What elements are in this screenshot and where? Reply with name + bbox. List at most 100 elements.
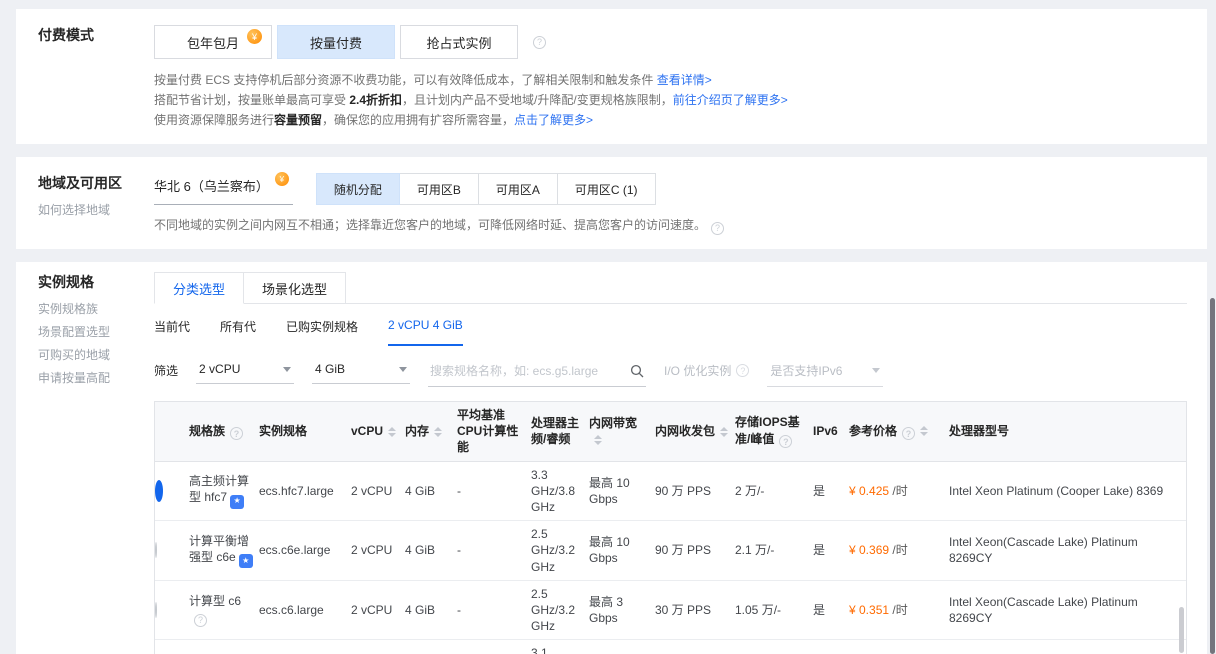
chevron-down-icon — [283, 367, 291, 372]
zone-c[interactable]: 可用区C (1) — [557, 173, 656, 205]
payment-option-pay-as-you-go[interactable]: 按量付费 — [277, 25, 395, 59]
column-header-label: IPv6 — [813, 424, 838, 438]
memory-cell: 4 GiB — [405, 537, 457, 563]
family-cell: 高主频计算型 hfc6 — [189, 648, 259, 654]
purchasable-region-link[interactable]: 可购买的地域 — [38, 346, 154, 364]
column-header-label: 参考价格 — [849, 424, 897, 438]
desc-bold: 容量预留 — [274, 113, 322, 127]
sort-icon[interactable] — [434, 427, 442, 437]
apply-quota-link[interactable]: 申请按量高配 — [38, 369, 154, 387]
region-selector[interactable]: 华北 6（乌兰察布） ¥ — [154, 173, 293, 205]
ipv6-select[interactable]: 是否支持IPv6 — [767, 359, 883, 387]
column-header[interactable]: 内网带宽 — [589, 410, 655, 452]
column-header[interactable]: 参考价格? — [849, 418, 949, 446]
tab-scenario-select[interactable]: 场景化选型 — [244, 272, 346, 304]
sort-icon[interactable] — [594, 435, 602, 445]
io-optimized-label: I/O 优化实例? — [664, 359, 749, 379]
row-radio[interactable] — [155, 542, 157, 558]
cpu-model-cell: Intel Xeon Platinum (Cooper Lake) 8369 — [949, 478, 1186, 504]
spec-tab-bar: 分类选型 场景化选型 — [154, 272, 1187, 304]
tab-category-select[interactable]: 分类选型 — [154, 272, 244, 304]
zone-a[interactable]: 可用区A — [478, 173, 558, 205]
memory-select[interactable]: 4 GiB — [312, 359, 410, 384]
frequency-cell: 3.3 GHz/3.8 GHz — [531, 462, 589, 521]
column-header[interactable]: 内网收发包 — [655, 418, 735, 444]
price-value: ¥ 0.351 — [849, 603, 892, 617]
frequency-cell: 2.5 GHz/3.2 GHz — [531, 521, 589, 580]
spec-name-cell: ecs.hfc7.large — [259, 478, 351, 504]
subtab-purchased[interactable]: 已购实例规格 — [286, 318, 358, 346]
zone-b[interactable]: 可用区B — [399, 173, 479, 205]
sort-icon[interactable] — [720, 427, 728, 437]
cpu-model-cell: Intel Xeon(Cascade Lake) Platinum 8269CY — [949, 589, 1186, 631]
spec-table-body: 高主频计算型 hfc7★ecs.hfc7.large2 vCPU4 GiB-3.… — [155, 462, 1186, 654]
region-desc: 不同地域的实例之间内网互不相通；选择靠近您客户的地域，可降低网络时延、提高您客户… — [154, 215, 1187, 235]
page-scrollbar-thumb[interactable] — [1210, 298, 1215, 654]
payment-option-subscription[interactable]: 包年包月 ¥ — [154, 25, 272, 59]
promo-badge-icon: ¥ — [247, 29, 262, 44]
spec-table-row[interactable]: 计算型 c6?ecs.c6.large2 vCPU4 GiB-2.5 GHz/3… — [155, 581, 1186, 641]
view-details-link[interactable]: 查看详情> — [657, 73, 712, 87]
ipv6-cell: 是 — [813, 478, 849, 504]
column-header-label: 内网收发包 — [655, 424, 715, 438]
table-scrollbar[interactable] — [1179, 607, 1184, 653]
vcpu-cell: 2 vCPU — [351, 478, 405, 504]
column-header-label: 实例规格 — [259, 424, 307, 438]
desc-text: 按量付费 ECS 支持停机后部分资源不收费功能，可以有效降低成本，了解相关限制和… — [154, 73, 657, 87]
help-icon[interactable]: ? — [902, 427, 915, 440]
column-header: 平均基准CPU计算性能 — [457, 402, 531, 461]
spec-table-row[interactable]: 高主频计算型 hfc6ecs.hfc6.large2 vCPU4 GiB-3.1… — [155, 640, 1186, 654]
frequency-cell: 2.5 GHz/3.2 GHz — [531, 581, 589, 640]
help-icon[interactable]: ? — [533, 36, 546, 49]
subtab-current-gen[interactable]: 当前代 — [154, 318, 190, 346]
help-icon[interactable]: ? — [230, 427, 243, 440]
help-icon[interactable]: ? — [711, 222, 724, 235]
baseline-cpu-cell: - — [457, 478, 531, 504]
learn-more-link[interactable]: 点击了解更多> — [514, 113, 593, 127]
ipv6-cell: 是 — [813, 597, 849, 623]
payment-mode-label: 付费模式 — [38, 25, 154, 45]
help-icon[interactable]: ? — [194, 614, 207, 627]
select-column-spacer — [155, 426, 189, 436]
column-header-label: 处理器型号 — [949, 424, 1009, 438]
iops-cell: 2.1 万/- — [735, 537, 813, 563]
how-to-choose-region-link[interactable]: 如何选择地域 — [38, 201, 154, 219]
help-icon[interactable]: ? — [779, 435, 792, 448]
radio-cell — [155, 597, 189, 623]
search-placeholder: 搜索规格名称，如: ecs.g5.large — [430, 362, 598, 379]
price-unit: /时 — [892, 543, 907, 557]
subtab-2vcpu-4gib[interactable]: 2 vCPU 4 GiB — [388, 318, 463, 346]
row-radio[interactable] — [155, 480, 163, 502]
scenario-config-link[interactable]: 场景配置选型 — [38, 323, 154, 341]
ipv6-cell: 是 — [813, 537, 849, 563]
spec-table: 规格族?实例规格vCPU内存平均基准CPU计算性能处理器主频/睿频内网带宽内网收… — [154, 401, 1187, 654]
bandwidth-cell: 最高 10 Gbps — [589, 470, 655, 512]
desc-text: 搭配节省计划，按量账单最高可享受 — [154, 93, 349, 107]
pps-cell: 90 万 PPS — [655, 537, 735, 563]
spec-family-link[interactable]: 实例规格族 — [38, 300, 154, 318]
intro-page-link[interactable]: 前往介绍页了解更多> — [673, 93, 788, 107]
column-header-label: 平均基准CPU计算性能 — [457, 408, 518, 454]
memory-select-value: 4 GiB — [315, 362, 345, 376]
row-radio[interactable] — [155, 602, 157, 618]
subtab-all-gen[interactable]: 所有代 — [220, 318, 256, 346]
spec-search-input[interactable]: 搜索规格名称，如: ecs.g5.large — [428, 359, 646, 387]
column-header: IPv6 — [813, 418, 849, 444]
column-header[interactable]: vCPU — [351, 418, 405, 444]
column-header-label: 处理器主频/睿频 — [531, 416, 579, 446]
sort-icon[interactable] — [920, 426, 928, 436]
region-label: 地域及可用区 — [38, 173, 154, 193]
family-cell: 计算型 c6? — [189, 588, 259, 632]
column-header[interactable]: 内存 — [405, 418, 457, 444]
help-icon[interactable]: ? — [736, 364, 749, 377]
filter-row: 筛选 2 vCPU 4 GiB 搜索规格名称，如: ecs.g5.large I… — [154, 359, 1187, 387]
cpu-model-cell: Intel Xeon(Cascade Lake) Platinum 8269CY — [949, 529, 1186, 571]
sort-icon[interactable] — [388, 427, 396, 437]
iops-cell: 1.05 万/- — [735, 597, 813, 623]
zone-random[interactable]: 随机分配 — [316, 173, 400, 205]
spec-table-row[interactable]: 高主频计算型 hfc7★ecs.hfc7.large2 vCPU4 GiB-3.… — [155, 462, 1186, 522]
vcpu-select[interactable]: 2 vCPU — [196, 359, 294, 384]
payment-option-spot[interactable]: 抢占式实例 — [400, 25, 518, 59]
spec-table-row[interactable]: 计算平衡增强型 c6e★ecs.c6e.large2 vCPU4 GiB-2.5… — [155, 521, 1186, 581]
search-icon[interactable] — [630, 364, 644, 378]
